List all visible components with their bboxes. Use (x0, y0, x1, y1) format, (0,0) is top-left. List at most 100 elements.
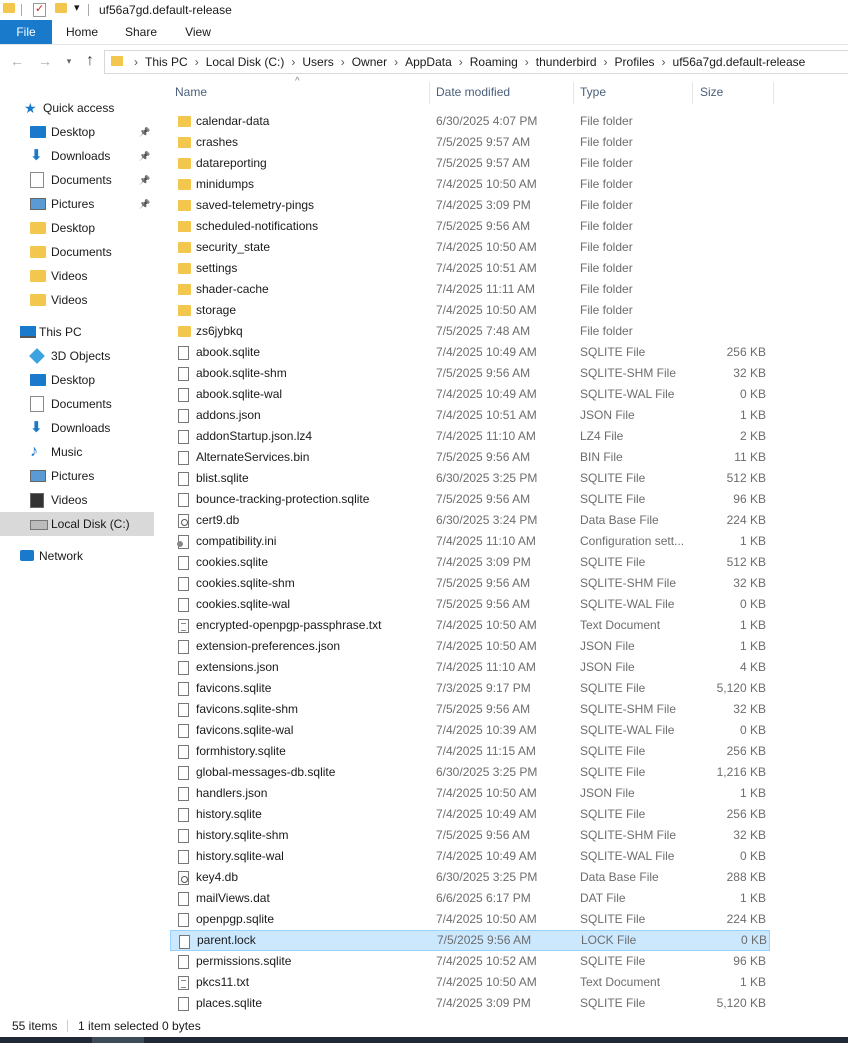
nav-item-downloads[interactable]: ⬇ Downloads (0, 416, 154, 440)
file-row[interactable]: history.sqlite-wal 7/4/2025 10:49 AM SQLIT… (170, 846, 770, 867)
file-row[interactable]: favicons.sqlite-wal 7/4/2025 10:39 AM SQLI… (170, 720, 770, 741)
file-row[interactable]: security_state 7/4/2025 10:50 AM File fold… (170, 237, 770, 258)
file-row[interactable]: history.sqlite 7/4/2025 10:49 AM SQLITE Fi… (170, 804, 770, 825)
tab-share[interactable]: Share (112, 20, 170, 44)
file-row[interactable]: zs6jybkq 7/5/2025 7:48 AM File folder (170, 321, 770, 342)
breadcrumb-separator-icon[interactable]: › (604, 55, 608, 69)
tab-file[interactable]: File (0, 20, 52, 44)
file-row[interactable]: parent.lock 7/5/2025 9:56 AM LOCK File 0 KB (170, 930, 770, 951)
column-date-modified[interactable]: Date modified (436, 80, 510, 105)
file-row[interactable]: minidumps 7/4/2025 10:50 AM File folder (170, 174, 770, 195)
file-row[interactable]: mailViews.dat 6/6/2025 6:17 PM DAT File 1 K… (170, 888, 770, 909)
file-row[interactable]: encrypted-openpgp-passphrase.txt 7/4/2025… (170, 615, 770, 636)
file-row[interactable]: extension-preferences.json 7/4/2025 10:50… (170, 636, 770, 657)
file-row[interactable]: datareporting 7/5/2025 9:57 AM File folder (170, 153, 770, 174)
file-row[interactable]: cookies.sqlite 7/4/2025 3:09 PM SQLITE Fil… (170, 552, 770, 573)
file-row[interactable]: compatibility.ini 7/4/2025 11:10 AM Config… (170, 531, 770, 552)
breadcrumb-separator-icon[interactable]: › (394, 55, 398, 69)
file-row[interactable]: pkcs11.txt 7/4/2025 10:50 AM Text Document… (170, 972, 770, 993)
breadcrumb-separator-icon[interactable]: › (525, 55, 529, 69)
file-row[interactable]: cert9.db 6/30/2025 3:24 PM Data Base File 2… (170, 510, 770, 531)
breadcrumb-separator-icon[interactable]: › (291, 55, 295, 69)
nav-item-this-pc[interactable]: This PC (0, 320, 154, 344)
nav-item-pictures[interactable]: Pictures (0, 464, 154, 488)
file-row[interactable]: addonStartup.json.lz4 7/4/2025 11:10 AM LZ… (170, 426, 770, 447)
file-row[interactable]: saved-telemetry-pings 7/4/2025 3:09 PM Fil… (170, 195, 770, 216)
tab-view[interactable]: View (174, 20, 222, 44)
breadcrumb-item[interactable]: Owner (352, 55, 387, 69)
file-row[interactable]: bounce-tracking-protection.sqlite 7/5/202… (170, 489, 770, 510)
file-row[interactable]: history.sqlite-shm 7/5/2025 9:56 AM SQLITE… (170, 825, 770, 846)
nav-item-music[interactable]: ♪ Music (0, 440, 154, 464)
address-bar[interactable]: › This PC › Local Disk (C:) › Users › Owner › App… (104, 50, 848, 74)
file-row[interactable]: extensions.json 7/4/2025 11:10 AM JSON Fil… (170, 657, 770, 678)
breadcrumb-item[interactable]: Users (302, 55, 333, 69)
file-row[interactable]: formhistory.sqlite 7/4/2025 11:15 AM SQLIT… (170, 741, 770, 762)
nav-item-local-disk-c[interactable]: Local Disk (C:) (0, 512, 154, 536)
nav-item-documents[interactable]: Documents 📌 (0, 168, 154, 192)
tab-home[interactable]: Home (56, 20, 108, 44)
column-name[interactable]: Name (175, 80, 207, 105)
breadcrumb-separator-icon[interactable]: › (134, 55, 138, 69)
breadcrumb-separator-icon[interactable]: › (195, 55, 199, 69)
up-arrow-icon[interactable]: ↑ (81, 52, 99, 70)
breadcrumb-item[interactable]: This PC (145, 55, 188, 69)
file-row[interactable]: AlternateServices.bin 7/5/2025 9:56 AM BIN… (170, 447, 770, 468)
nav-item-desktop[interactable]: Desktop 📌 (0, 120, 154, 144)
nav-item-videos[interactable]: Videos (0, 288, 154, 312)
file-row[interactable]: addons.json 7/4/2025 10:51 AM JSON File 1 K… (170, 405, 770, 426)
file-row[interactable]: abook.sqlite-shm 7/5/2025 9:56 AM SQLITE-S… (170, 363, 770, 384)
nav-item-documents[interactable]: Documents (0, 240, 154, 264)
file-row[interactable]: storage 7/4/2025 10:50 AM File folder (170, 300, 770, 321)
taskbar-active-item[interactable] (92, 1037, 144, 1043)
file-row[interactable]: places.sqlite 7/4/2025 3:09 PM SQLITE File… (170, 993, 770, 1014)
file-row[interactable]: favicons.sqlite-shm 7/5/2025 9:56 AM SQLIT… (170, 699, 770, 720)
customize-toolbar-icon[interactable]: ▾ (74, 1, 80, 14)
nav-item-videos[interactable]: Videos (0, 488, 154, 512)
file-row[interactable]: global-messages-db.sqlite 6/30/2025 3:25 … (170, 762, 770, 783)
breadcrumb-item[interactable]: Roaming (470, 55, 518, 69)
column-divider[interactable] (773, 82, 774, 104)
file-row[interactable]: handlers.json 7/4/2025 10:50 AM JSON File 1… (170, 783, 770, 804)
file-row[interactable]: scheduled-notifications 7/5/2025 9:56 AM F… (170, 216, 770, 237)
breadcrumb-separator-icon[interactable]: › (341, 55, 345, 69)
file-row[interactable]: cookies.sqlite-shm 7/5/2025 9:56 AM SQLITE… (170, 573, 770, 594)
file-row[interactable]: permissions.sqlite 7/4/2025 10:52 AM SQLIT… (170, 951, 770, 972)
file-row[interactable]: shader-cache 7/4/2025 11:11 AM File folder (170, 279, 770, 300)
file-row[interactable]: abook.sqlite-wal 7/4/2025 10:49 AM SQLITE-… (170, 384, 770, 405)
column-type[interactable]: Type (580, 80, 606, 105)
breadcrumb-separator-icon[interactable]: › (459, 55, 463, 69)
back-arrow-icon[interactable]: ← (8, 52, 26, 70)
file-row[interactable]: favicons.sqlite 7/3/2025 9:17 PM SQLITE Fi… (170, 678, 770, 699)
file-row[interactable]: cookies.sqlite-wal 7/5/2025 9:56 AM SQLITE… (170, 594, 770, 615)
column-divider[interactable] (573, 82, 574, 104)
nav-item-network[interactable]: Network (0, 544, 154, 568)
nav-item-videos[interactable]: Videos (0, 264, 154, 288)
breadcrumb-separator-icon[interactable]: › (662, 55, 666, 69)
file-row[interactable]: calendar-data 6/30/2025 4:07 PM File folde… (170, 111, 770, 132)
breadcrumb-item[interactable]: uf56a7gd.default-release (673, 55, 806, 69)
nav-item-downloads[interactable]: ⬇ Downloads 📌 (0, 144, 154, 168)
nav-item-3d-objects[interactable]: 3D Objects (0, 344, 154, 368)
forward-arrow-icon[interactable]: → (36, 52, 54, 70)
breadcrumb-item[interactable]: thunderbird (536, 55, 597, 69)
file-row[interactable]: settings 7/4/2025 10:51 AM File folder (170, 258, 770, 279)
file-row[interactable]: abook.sqlite 7/4/2025 10:49 AM SQLITE File… (170, 342, 770, 363)
breadcrumb-item[interactable]: AppData (405, 55, 452, 69)
nav-item-documents[interactable]: Documents (0, 392, 154, 416)
file-row[interactable]: crashes 7/5/2025 9:57 AM File folder (170, 132, 770, 153)
recent-locations-icon[interactable]: ▾ (60, 52, 78, 70)
nav-item-desktop[interactable]: Desktop (0, 216, 154, 240)
nav-item-desktop[interactable]: Desktop (0, 368, 154, 392)
column-size[interactable]: Size (700, 80, 723, 105)
properties-icon[interactable] (33, 2, 46, 17)
file-row[interactable]: key4.db 6/30/2025 3:25 PM Data Base File 28… (170, 867, 770, 888)
breadcrumb-item[interactable]: Profiles (615, 55, 655, 69)
file-row[interactable]: blist.sqlite 6/30/2025 3:25 PM SQLITE File… (170, 468, 770, 489)
breadcrumb-item[interactable]: Local Disk (C:) (206, 55, 285, 69)
nav-item-quick-access[interactable]: ★ Quick access (0, 96, 154, 120)
column-divider[interactable] (692, 82, 693, 104)
nav-item-pictures[interactable]: Pictures 📌 (0, 192, 154, 216)
new-folder-icon[interactable] (55, 3, 67, 13)
file-row[interactable]: openpgp.sqlite 7/4/2025 10:50 AM SQLITE Fi… (170, 909, 770, 930)
